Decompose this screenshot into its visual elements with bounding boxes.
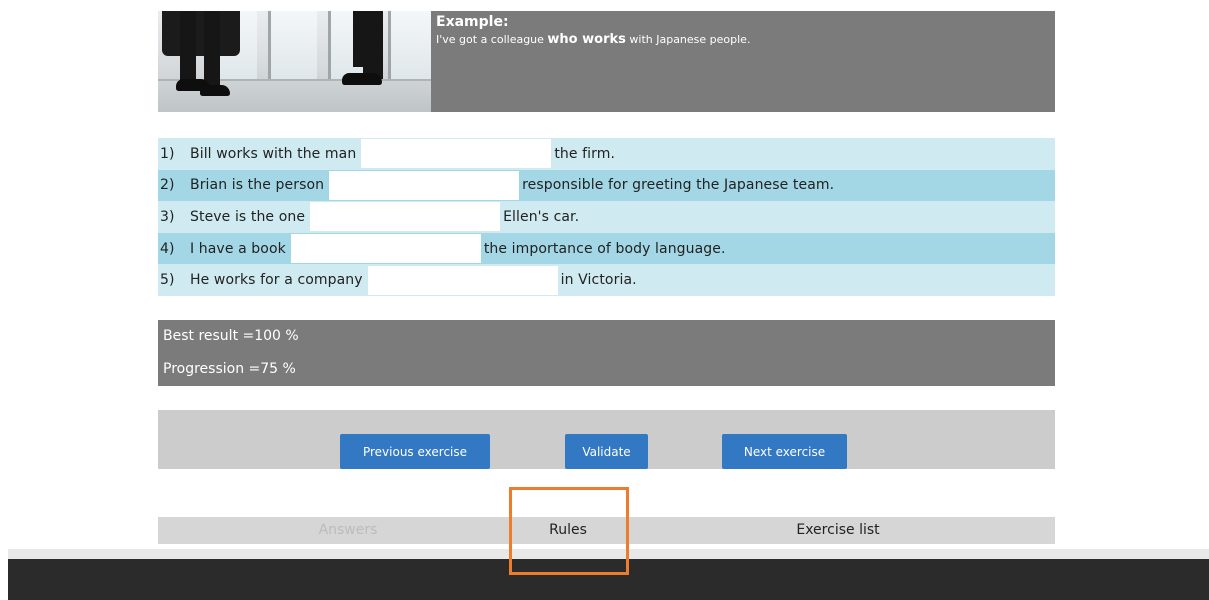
previous-exercise-button[interactable]: Previous exercise — [340, 434, 490, 469]
row-text-before: Steve is the one — [190, 208, 306, 225]
row-number: 2) — [160, 177, 175, 194]
example-box: Example: I've got a colleague who works … — [436, 13, 750, 48]
answer-input-5[interactable] — [367, 265, 558, 295]
button-bar: Previous exercise Validate Next exercise — [158, 410, 1055, 469]
row-text-after: in Victoria. — [560, 272, 637, 289]
business-people-photo — [158, 11, 431, 112]
exercise-row: 2) Brian is the person responsible for g… — [158, 169, 1055, 202]
row-text-after: responsible for greeting the Japanese te… — [522, 177, 835, 194]
row-text-after: Ellen's car. — [503, 208, 580, 225]
exercise-row: 5) He works for a company in Victoria. — [158, 264, 1055, 296]
row-text-before: Brian is the person — [190, 177, 325, 194]
row-text-before: He works for a company — [190, 272, 363, 289]
tab-answers[interactable]: Answers — [273, 517, 423, 544]
progression: Progression =75 % — [163, 361, 296, 377]
example-title: Example: — [436, 14, 509, 30]
row-number: 1) — [160, 145, 175, 162]
footer-divider — [8, 549, 1209, 559]
row-text-before: Bill works with the man — [190, 145, 357, 162]
row-text-after: the importance of body language. — [483, 240, 726, 257]
answer-input-2[interactable] — [329, 170, 520, 200]
row-number: 5) — [160, 272, 175, 289]
example-text-after: with Japanese people. — [625, 33, 751, 46]
answer-input-1[interactable] — [361, 139, 552, 169]
example-text-before: I've got a colleague — [436, 33, 548, 46]
row-number: 4) — [160, 240, 175, 257]
exercise-row: 3) Steve is the one Ellen's car. — [158, 201, 1055, 233]
answer-input-3[interactable] — [310, 202, 501, 232]
exercise-header: Example: I've got a colleague who works … — [158, 11, 1055, 112]
answer-input-4[interactable] — [290, 234, 481, 264]
tab-rules[interactable]: Rules — [518, 517, 618, 544]
example-sentence: I've got a colleague who works with Japa… — [436, 32, 750, 48]
row-text-before: I have a book — [190, 240, 286, 257]
validate-button[interactable]: Validate — [565, 434, 648, 469]
row-text-after: the firm. — [554, 145, 616, 162]
next-exercise-button[interactable]: Next exercise — [722, 434, 847, 469]
page: Example: I've got a colleague who works … — [0, 0, 1209, 600]
exercise-row: 1) Bill works with the man the firm. — [158, 138, 1055, 170]
row-number: 3) — [160, 208, 175, 225]
tab-bar: Answers Rules Exercise list — [158, 517, 1055, 544]
tab-exercise-list[interactable]: Exercise list — [738, 517, 938, 544]
exercise-row: 4) I have a book the importance of body … — [158, 232, 1055, 265]
score-panel: Best result =100 % Progression =75 % — [158, 320, 1055, 386]
example-text-bold: who works — [547, 32, 626, 47]
footer-bar — [8, 559, 1209, 600]
exercise-rows: 1) Bill works with the man the firm. 2) … — [158, 138, 1055, 296]
best-result: Best result =100 % — [163, 328, 299, 344]
